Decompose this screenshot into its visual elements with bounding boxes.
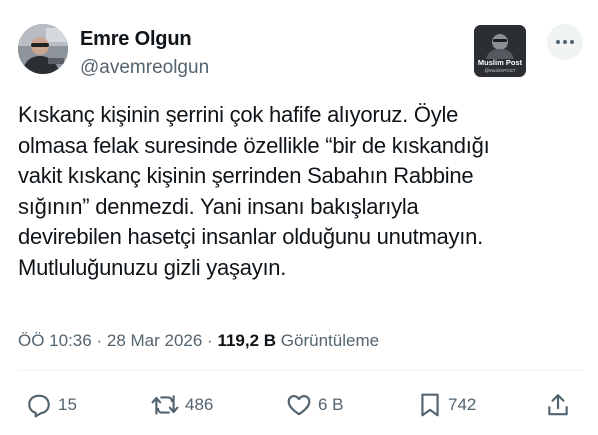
share-button[interactable] [545,392,571,418]
views-label: Görüntüleme [280,331,380,350]
reply-button[interactable]: 15 [26,392,77,418]
tweet-text-line: olmasa felak suresinde özellikle “bir de… [18,132,490,158]
like-count: 6 B [318,395,344,414]
author-name[interactable]: Emre Olgun [80,28,192,51]
bookmark-count: 742 [448,395,477,414]
avatar-photo [18,24,68,74]
watermark-logo: Muslim Post @MuslimPOST [474,25,526,77]
more-icon [556,40,574,44]
bookmark-icon [421,393,439,417]
like-button[interactable]: 6 B [286,392,344,418]
tweet-date[interactable]: 28 Mar 2026 [107,331,202,350]
meta-separator: · [207,331,213,350]
bookmark-button[interactable]: 742 [418,392,476,418]
watermark-sub: @MuslimPOST [484,68,516,73]
more-options-button[interactable] [547,24,583,60]
tweet-text-line: vakit kıskanç kişinin şerrinden Sabahın … [18,163,474,188]
retweet-button[interactable]: 486 [151,392,213,418]
tweet-card: Emre Olgun @avemreolgun Muslim Post @Mus… [0,0,598,435]
retweet-icon [151,395,179,415]
retweet-count: 486 [185,395,214,414]
tweet-text-line: devirebilen hasetçi insanlar olduğunu un… [18,224,483,249]
author-handle[interactable]: @avemreolgun [80,57,209,79]
watermark-brand: Muslim Post [477,58,523,67]
heart-icon [287,395,311,416]
views-count: 119,2 B [217,331,277,350]
divider [18,370,584,371]
tweet-text-line: Kıskanç kişinin şerrini çok hafife alıyo… [18,102,459,127]
avatar[interactable] [18,24,68,74]
tweet-text-line: Mutluluğunuzu gizli yaşayın. [18,254,287,280]
tweet-time[interactable]: ÖÖ 10:36 [18,331,92,350]
tweet-text-line: sığının” denmezdi. Yani insanı bakışları… [18,193,419,219]
reply-icon [28,394,50,418]
tweet-meta: ÖÖ 10:36 · 28 Mar 2026 · 119,2 B Görüntü… [18,331,379,351]
tweet-text: Kıskanç kişinin şerrini çok hafife alıyo… [18,100,588,283]
reply-count: 15 [58,395,77,414]
share-icon [548,394,568,416]
meta-separator: · [96,331,103,350]
